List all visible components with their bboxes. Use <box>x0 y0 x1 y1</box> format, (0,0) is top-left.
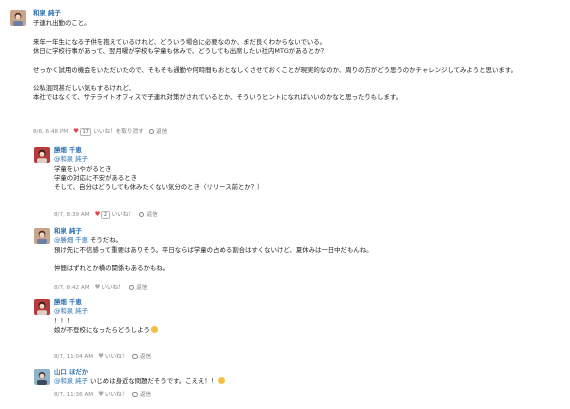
reply-line <box>54 255 554 264</box>
avatar[interactable] <box>34 369 50 385</box>
like-button[interactable]: ♥ いいね！ <box>98 352 127 361</box>
reply-meta: 8/7, 11:04 AM ♥ いいね！ 返信 <box>54 352 156 361</box>
timestamp[interactable]: 8/6, 6:48 PM <box>33 128 68 136</box>
heart-icon: ♥ <box>94 210 101 218</box>
like-label: いいね！ <box>104 353 128 360</box>
reply-button[interactable]: 返信 <box>138 211 158 219</box>
post-line: 休日に学校行事があって、翌月曜が学校も学童も休みで、どうしても出席したい社内MT… <box>33 47 328 56</box>
reply-icon <box>132 353 138 360</box>
author-name[interactable]: 山口 ほだか <box>54 368 554 377</box>
post-line: 本社ではなくて、サテライトオフィスで子連れ対策がされているとか、そういうヒントに… <box>33 93 403 102</box>
user-avatar-icon <box>34 299 50 315</box>
reply-label: 返信 <box>156 128 168 135</box>
post-line: せっかく試用の機会をいただいたので、そもそも通勤や何時間もおとなしくさせておくこ… <box>33 65 517 74</box>
reply-icon <box>138 211 145 218</box>
reply-post: 勝畑 千恵 @和泉 純子 学童をいやがるとき 学童の対応に不安があるとき そして… <box>54 146 554 192</box>
reply-line: ！！！ <box>54 316 74 325</box>
smiley-emoji-icon <box>218 377 226 385</box>
avatar[interactable] <box>34 147 50 163</box>
post-line: 公私混同甚だしい気もするけれど、 <box>33 83 135 92</box>
like-label: いいね！ <box>101 284 124 291</box>
reply-icon <box>148 128 155 135</box>
timestamp[interactable]: 8/7, 11:04 AM <box>54 353 93 361</box>
reply-text: そうだね。 <box>87 236 122 245</box>
user-avatar-icon <box>34 369 50 385</box>
author-name[interactable]: 和泉 純子 <box>33 9 563 18</box>
reply-icon <box>132 391 138 398</box>
like-group: ♥ 2 いいね！ <box>95 210 134 219</box>
timestamp[interactable]: 8/7, 8:39 AM <box>54 211 90 219</box>
reply-label: 返信 <box>146 211 158 218</box>
like-button[interactable]: いいね！ <box>112 211 134 219</box>
heart-icon: ♥ <box>73 127 79 135</box>
mention-link[interactable]: @勝畑 千恵 <box>54 236 88 244</box>
like-button[interactable]: ♥ いいね！ <box>98 390 127 399</box>
reply-line: 仲間はずれとか横の関係もあるかもね。 <box>54 264 170 273</box>
reply-line: 学童の対応に不安があるとき <box>54 173 138 182</box>
mention-link[interactable]: @和泉 純子 <box>54 155 554 164</box>
reply-label: 返信 <box>139 391 152 398</box>
reply-button[interactable]: 返信 <box>132 391 151 399</box>
reply-meta: 8/7, 8:39 AM ♥ 2 いいね！ 返信 <box>54 210 163 219</box>
post-line <box>33 29 563 38</box>
reply-post: 和泉 純子 @勝畑 千恵 そうだね。 預け先に不信感って重要はありそう。平日なら… <box>54 227 554 273</box>
reply-label: 返信 <box>136 284 148 291</box>
reply-button[interactable]: 返信 <box>148 128 168 136</box>
mention-link[interactable]: @和泉 純子 <box>54 307 554 316</box>
user-avatar-icon <box>34 228 50 244</box>
avatar[interactable] <box>10 10 26 26</box>
main-post: 和泉 純子 子連れ出勤のこと。 来年一年生になる子供を抱えているけれど、どういう… <box>33 9 563 103</box>
avatar[interactable] <box>34 228 50 244</box>
user-avatar-icon <box>10 10 26 26</box>
post-body: 子連れ出勤のこと。 来年一年生になる子供を抱えているけれど、どういう場合に必要な… <box>33 19 563 102</box>
reply-post: 勝畑 千恵 @和泉 純子 ！！！ 娘が不登校になったらどうしよう <box>54 298 554 335</box>
like-count[interactable]: 2 <box>101 210 110 219</box>
reply-line: そして、自分はどうしても休みたくない気分のとき（リリース前とか？） <box>54 183 264 192</box>
reply-post: 山口 ほだか @和泉 純子 いじめは身近な問題だそうです。こええ！！ <box>54 368 554 387</box>
reply-meta: 8/7, 8:42 AM ♥ いいね！ 返信 <box>54 283 152 292</box>
mention-line: @勝畑 千恵 そうだね。 <box>54 236 554 245</box>
post-meta: 8/6, 6:48 PM ♥ 17 いいね！を取り消す 返信 <box>33 127 172 136</box>
avatar[interactable] <box>34 299 50 315</box>
like-group: ♥ 17 いいね！を取り消す <box>73 127 144 136</box>
like-button[interactable]: ♥ いいね！ <box>95 283 124 292</box>
heart-icon: ♥ <box>98 390 104 398</box>
post-line <box>33 56 563 65</box>
author-name[interactable]: 勝畑 千恵 <box>54 298 554 307</box>
reply-line: 学童をいやがるとき <box>54 164 112 173</box>
reply-button[interactable]: 返信 <box>128 284 148 292</box>
post-line: 来年一年生になる子供を抱えているけれど、どういう場合に必要なのか、まだ良くわから… <box>33 37 327 46</box>
mention-link[interactable]: @和泉 純子 <box>54 377 88 385</box>
heart-icon: ♥ <box>94 283 101 291</box>
timestamp[interactable]: 8/7, 8:42 AM <box>54 284 90 292</box>
reply-button[interactable]: 返信 <box>132 353 151 361</box>
heart-icon: ♥ <box>98 352 104 360</box>
like-label: いいね！ <box>104 391 128 398</box>
reply-label: 返信 <box>139 353 152 360</box>
reply-line: 預け先に不信感って重要はありそう。平日ならば学童の占める割合はすくないけど、夏休… <box>54 245 373 254</box>
unlike-button[interactable]: いいね！を取り消す <box>93 128 143 136</box>
user-avatar-icon <box>34 147 50 163</box>
author-name[interactable]: 勝畑 千恵 <box>54 146 554 155</box>
reply-icon <box>128 284 135 291</box>
author-name[interactable]: 和泉 純子 <box>54 227 554 236</box>
post-line <box>33 75 563 84</box>
reply-line-with-emoji: 娘が不登校になったらどうしよう <box>54 325 554 335</box>
smiley-emoji-icon <box>150 325 158 333</box>
mention-line: @和泉 純子 いじめは身近な問題だそうです。こええ！！ <box>54 377 554 386</box>
reply-text: 娘が不登校になったらどうしよう <box>54 325 150 334</box>
like-count[interactable]: 17 <box>79 127 92 136</box>
post-line: 子連れ出勤のこと。 <box>33 19 91 28</box>
reply-text: いじめは身近な問題だそうです。こええ！！ <box>87 377 218 386</box>
timestamp[interactable]: 8/7, 11:36 AM <box>54 391 93 399</box>
reply-meta: 8/7, 11:36 AM ♥ いいね！ 返信 <box>54 390 156 399</box>
